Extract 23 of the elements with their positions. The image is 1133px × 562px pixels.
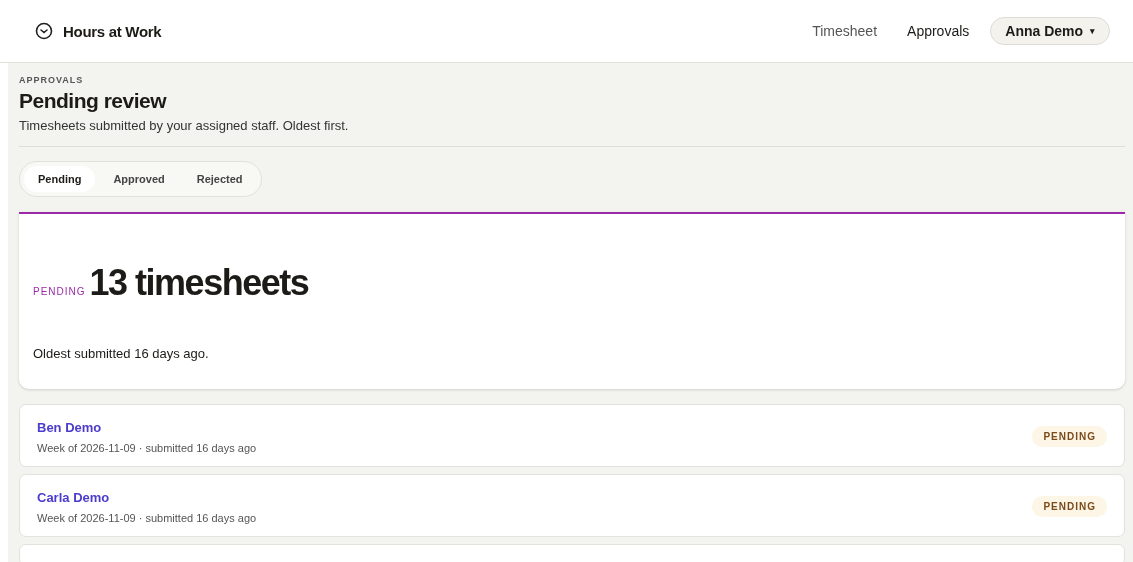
filter-tab[interactable]: Rejected: [182, 166, 257, 192]
nav-link[interactable]: Timesheet: [812, 23, 878, 39]
filter-tab[interactable]: Pending: [24, 166, 96, 192]
status-badge: PENDING: [1032, 425, 1107, 447]
page-title: Pending review: [19, 89, 168, 113]
timesheet-meta: Week of 2026-11-09 · submitted 16 days ago: [37, 442, 257, 454]
caret-icon: ▾: [1090, 26, 1095, 36]
nav-link[interactable]: Approvals: [907, 23, 970, 39]
timesheet-meta: Week of 2026-11-09 · submitted 16 days ago: [37, 512, 257, 524]
section-label: APPROVALS: [19, 75, 85, 85]
app-title: Hours at Work: [63, 22, 162, 40]
status-badge: PENDING: [1032, 495, 1107, 517]
user-menu-button[interactable]: Anna Demo $^{▾}$: [990, 17, 1110, 45]
timesheet-card[interactable]: Ben Demo Week of 2026-11-09 · submitted 16 days ago PENDING: [19, 404, 1125, 467]
page-subtitle: Timesheets submitted by your assigned staff. Oldest first.: [19, 118, 350, 133]
timesheet-card[interactable]: Carla Demo Week of 2026-11-09 · submitted 16 days ago PENDING: [19, 474, 1125, 537]
filter-tab[interactable]: Approved: [99, 166, 179, 192]
pending-count: 13 timesheets: [89, 262, 309, 304]
clock-icon: [35, 22, 53, 40]
employee-link[interactable]: Ben Demo: [37, 420, 102, 435]
oldest-note: Oldest submitted 16 days ago.: [33, 346, 210, 361]
status-label: PENDING: [33, 286, 86, 297]
employee-link[interactable]: Carla Demo: [37, 490, 110, 505]
